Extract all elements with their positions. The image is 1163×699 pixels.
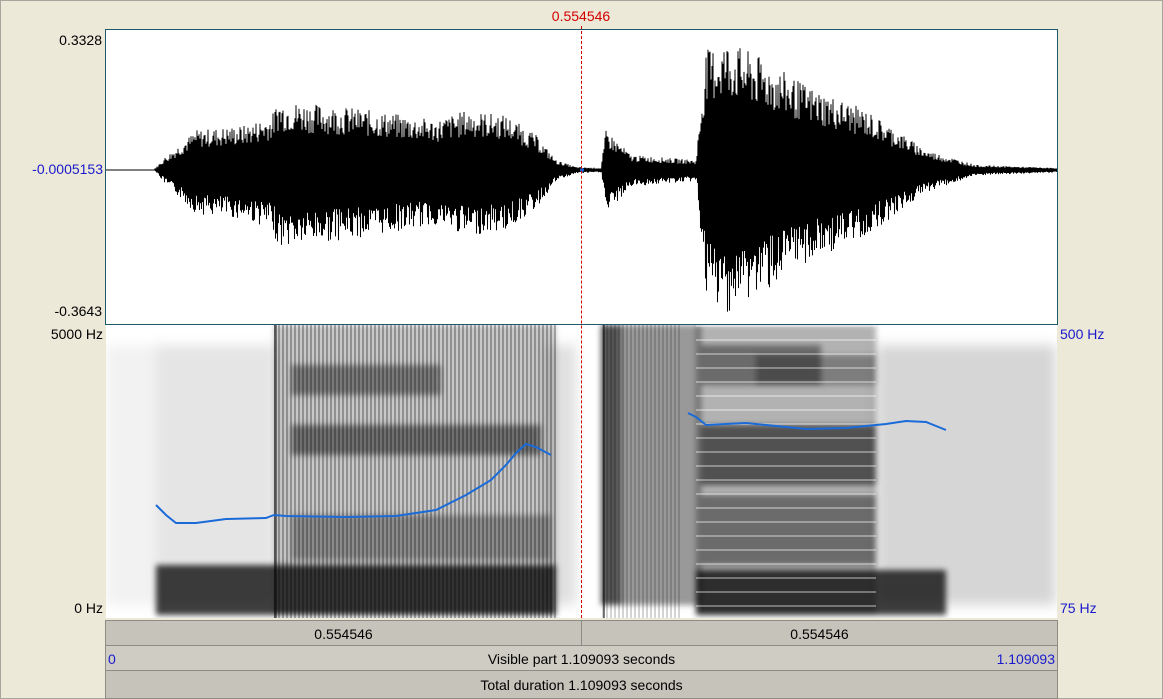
- spectrogram-glottal-striations: [274, 325, 556, 618]
- selection-left-segment-button[interactable]: 0.554546: [105, 620, 582, 646]
- cursor-time-label: 0.554546: [551, 8, 611, 24]
- pitch-min-label: 75 Hz: [1060, 600, 1097, 616]
- visible-part-label: Visible part 1.109093 seconds: [487, 651, 676, 667]
- waveform-max-label: 0.3328: [59, 32, 102, 48]
- segment-left-duration: 0.554546: [314, 626, 373, 642]
- total-duration-label: Total duration 1.109093 seconds: [480, 677, 683, 693]
- pitch-max-label: 500 Hz: [1060, 326, 1105, 342]
- spectrogram-harmonics: [696, 325, 876, 618]
- total-duration-bar[interactable]: Total duration 1.109093 seconds: [105, 670, 1058, 699]
- time-cursor-line[interactable]: [581, 26, 582, 618]
- waveform-min-label: -0.3643: [54, 303, 102, 319]
- spectrogram-min-frequency-label: 0 Hz: [74, 600, 103, 616]
- visible-end-label: 1.109093: [996, 651, 1055, 667]
- selection-right-segment-button[interactable]: 0.554546: [581, 620, 1058, 646]
- waveform-center-label: -0.0005153: [32, 161, 103, 177]
- spectrogram-max-frequency-label: 5000 Hz: [50, 326, 103, 342]
- segment-right-duration: 0.554546: [790, 626, 849, 642]
- visible-part-bar[interactable]: 0 Visible part 1.109093 seconds 1.109093: [105, 645, 1058, 671]
